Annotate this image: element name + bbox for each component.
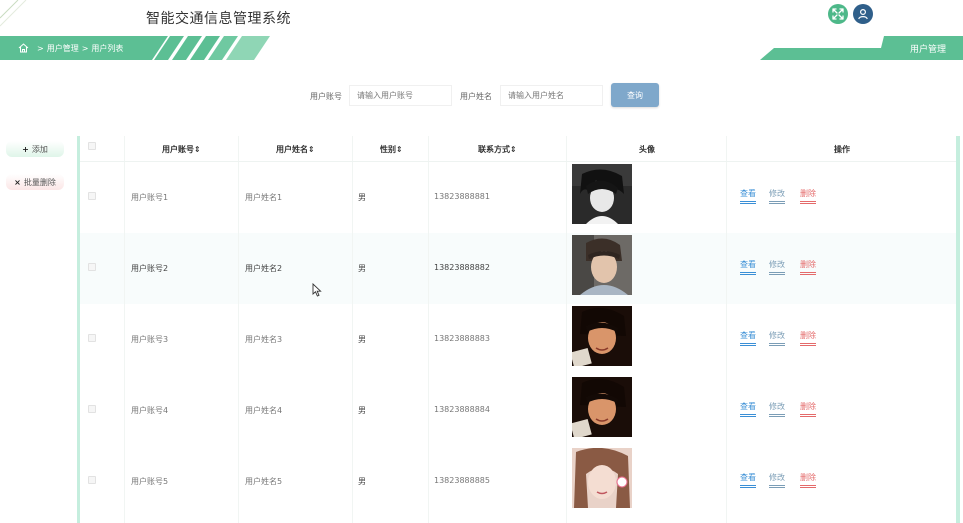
breadcrumb-separator: > [81, 43, 89, 53]
name-search-label: 用户姓名 [460, 92, 492, 101]
cell-account: 用户账号2 [131, 264, 169, 273]
column-header-contact[interactable]: 联系方式⇕ [478, 144, 517, 155]
column-header-account[interactable]: 用户账号⇕ [162, 144, 201, 155]
cell-account: 用户账号5 [131, 477, 169, 486]
expand-arrows-icon [832, 8, 844, 20]
delete-button[interactable]: 删除 [800, 331, 816, 346]
table-row: 用户账号5 用户姓名5 男 13823888885 查看 修改 删除 [80, 446, 956, 517]
corner-decoration [0, 0, 27, 27]
delete-button[interactable]: 删除 [800, 260, 816, 275]
edit-button[interactable]: 修改 [769, 189, 785, 204]
cell-account: 用户账号3 [131, 335, 169, 344]
row-checkbox[interactable] [88, 334, 96, 342]
table-row: 用户账号1 用户姓名1 男 13823888881 查看 修改 删除 [80, 162, 956, 233]
row-checkbox[interactable] [88, 405, 96, 413]
column-divider [726, 136, 727, 523]
column-divider [238, 136, 239, 523]
cell-account: 用户账号1 [131, 193, 169, 202]
avatar-4 [572, 377, 632, 437]
column-header-gender[interactable]: 性别⇕ [380, 144, 403, 155]
cell-gender: 男 [358, 264, 366, 273]
edit-button[interactable]: 修改 [769, 260, 785, 275]
user-table: 用户账号1 用户姓名1 男 13823888881 查看 修改 删除 用户账号2 [80, 136, 956, 523]
cell-name: 用户姓名3 [245, 335, 283, 344]
table-row: 用户账号3 用户姓名3 男 13823888883 查看 修改 删除 [80, 304, 956, 375]
select-all-checkbox[interactable] [88, 142, 96, 150]
row-checkbox[interactable] [88, 476, 96, 484]
cell-name: 用户姓名4 [245, 406, 283, 415]
cell-contact: 13823888883 [434, 334, 490, 343]
add-button[interactable]: + 添加 [6, 141, 64, 157]
column-header-actions: 操作 [834, 145, 850, 154]
column-header-name[interactable]: 用户姓名⇕ [276, 144, 315, 155]
view-button[interactable]: 查看 [740, 402, 756, 417]
breadcrumb: > 用户管理 > 用户列表 [18, 40, 123, 56]
column-divider [352, 136, 353, 523]
user-list-page: 智能交通信息管理系统 > 用户管理 > 用户列表 用户管理 用户账号 请输入用户… [0, 0, 963, 523]
edit-button[interactable]: 修改 [769, 402, 785, 417]
cell-gender: 男 [358, 406, 366, 415]
sort-icon: ⇕ [396, 145, 403, 154]
column-header-avatar: 头像 [639, 145, 655, 154]
app-title: 智能交通信息管理系统 [146, 11, 291, 27]
section-title: 用户管理 [910, 45, 947, 55]
cell-name: 用户姓名5 [245, 477, 283, 486]
search-button[interactable]: 查询 [611, 83, 659, 107]
breadcrumb-separator: > [37, 43, 44, 53]
add-button-label: 添加 [31, 144, 48, 154]
sort-icon: ⇕ [308, 145, 315, 154]
account-search-input[interactable] [349, 85, 452, 106]
mouse-cursor-icon [312, 283, 322, 297]
name-search-input[interactable] [500, 85, 603, 106]
breadcrumb-user-management[interactable]: 用户管理 [47, 43, 79, 54]
delete-button[interactable]: 删除 [800, 473, 816, 488]
column-divider [428, 136, 429, 523]
plus-icon: + [22, 144, 29, 154]
cell-name: 用户姓名1 [245, 193, 283, 202]
cell-contact: 13823888882 [434, 263, 490, 272]
home-icon[interactable] [18, 43, 29, 53]
avatar-1 [572, 164, 632, 224]
account-search-label: 用户账号 [310, 92, 342, 101]
column-divider [566, 136, 567, 523]
column-divider [124, 136, 125, 523]
cell-account: 用户账号4 [131, 406, 169, 415]
batch-delete-button-label: 批量删除 [23, 177, 56, 187]
view-button[interactable]: 查看 [740, 473, 756, 488]
cell-gender: 男 [358, 477, 366, 486]
batch-delete-button[interactable]: × 批量删除 [6, 174, 64, 190]
cell-contact: 13823888884 [434, 405, 490, 414]
cell-contact: 13823888885 [434, 476, 490, 485]
close-icon: × [14, 177, 21, 187]
view-button[interactable]: 查看 [740, 331, 756, 346]
cell-gender: 男 [358, 193, 366, 202]
cell-contact: 13823888881 [434, 192, 490, 201]
sort-icon: ⇕ [194, 145, 201, 154]
delete-button[interactable]: 删除 [800, 402, 816, 417]
table-border-right [956, 136, 960, 523]
view-button[interactable]: 查看 [740, 260, 756, 275]
row-checkbox[interactable] [88, 263, 96, 271]
view-button[interactable]: 查看 [740, 189, 756, 204]
delete-button[interactable]: 删除 [800, 189, 816, 204]
table-row: 用户账号4 用户姓名4 男 13823888884 查看 修改 删除 [80, 375, 956, 446]
table-row: 用户账号2 用户姓名2 男 13823888882 查看 修改 删除 [80, 233, 956, 304]
user-icon [858, 8, 868, 20]
avatar-3 [572, 306, 632, 366]
fullscreen-button[interactable] [828, 4, 848, 24]
breadcrumb-user-list[interactable]: 用户列表 [91, 43, 123, 54]
avatar-5 [572, 448, 632, 508]
cell-name: 用户姓名2 [245, 264, 283, 273]
row-checkbox[interactable] [88, 192, 96, 200]
cell-gender: 男 [358, 335, 366, 344]
avatar-2 [572, 235, 632, 295]
user-profile-button[interactable] [853, 4, 873, 24]
table-header: 用户账号⇕ 用户姓名⇕ 性别⇕ 联系方式⇕ 头像 操作 [80, 136, 956, 162]
sort-icon: ⇕ [510, 145, 517, 154]
edit-button[interactable]: 修改 [769, 331, 785, 346]
edit-button[interactable]: 修改 [769, 473, 785, 488]
